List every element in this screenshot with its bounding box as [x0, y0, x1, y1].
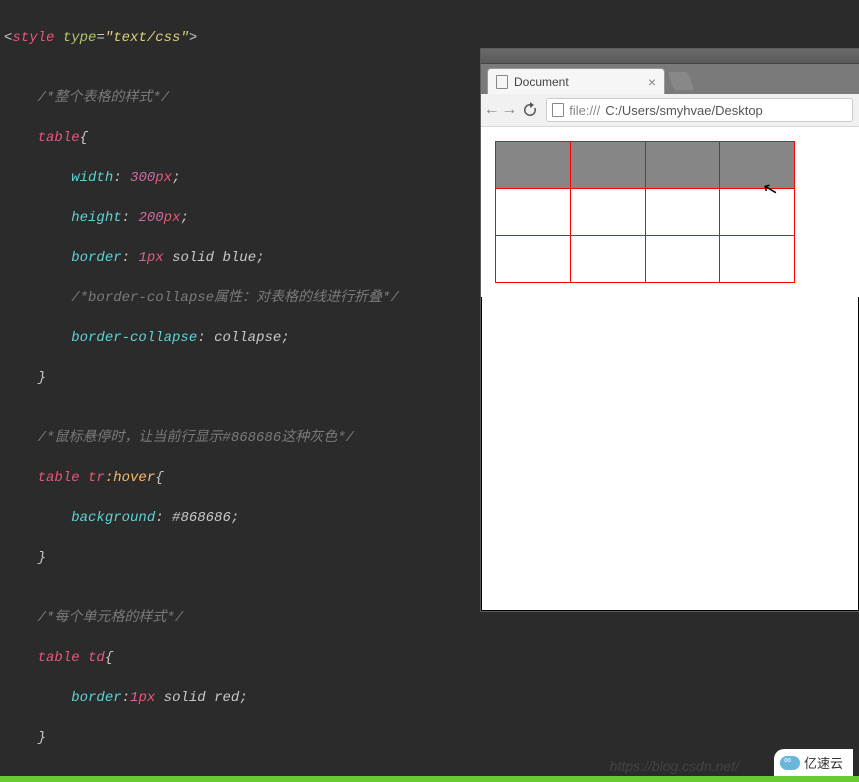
table-row[interactable]	[496, 236, 795, 283]
reload-button[interactable]	[522, 102, 538, 118]
browser-tab[interactable]: Document ×	[487, 68, 665, 94]
cell	[645, 142, 720, 189]
window-titlebar[interactable]	[481, 49, 859, 64]
cell	[496, 189, 571, 236]
cell	[645, 236, 720, 283]
back-button[interactable]: ←	[487, 101, 497, 119]
cell	[570, 236, 645, 283]
cell	[720, 236, 795, 283]
table-row[interactable]	[496, 142, 795, 189]
cloud-icon	[780, 756, 800, 770]
new-tab-button[interactable]	[668, 72, 695, 90]
cell	[720, 189, 795, 236]
cell	[645, 189, 720, 236]
browser-toolbar: ← → file:/// C:/Users/smyhvae/Desktop	[481, 94, 859, 127]
cell	[570, 142, 645, 189]
cell	[720, 142, 795, 189]
address-bar[interactable]: file:/// C:/Users/smyhvae/Desktop	[546, 98, 853, 122]
cell	[496, 236, 571, 283]
close-icon[interactable]: ×	[648, 75, 656, 89]
brand-label: 亿速云	[804, 753, 843, 772]
cell	[496, 142, 571, 189]
watermark: https://blog.csdn.net/	[610, 758, 739, 774]
brand-badge: 亿速云	[774, 749, 853, 776]
forward-button[interactable]: →	[505, 101, 515, 119]
tab-bar: Document ×	[481, 64, 859, 94]
tab-title: Document	[514, 75, 569, 89]
rendered-table	[495, 141, 795, 283]
status-bar	[0, 776, 859, 782]
browser-window: Document × ← → file:/// C:/Users/smyhvae/…	[480, 48, 859, 612]
table-row[interactable]	[496, 189, 795, 236]
url-scheme: file:///	[569, 103, 600, 118]
browser-viewport	[481, 127, 859, 297]
page-icon	[496, 75, 508, 89]
cell	[570, 189, 645, 236]
url-path: C:/Users/smyhvae/Desktop	[605, 103, 763, 118]
doc-icon	[552, 103, 564, 117]
